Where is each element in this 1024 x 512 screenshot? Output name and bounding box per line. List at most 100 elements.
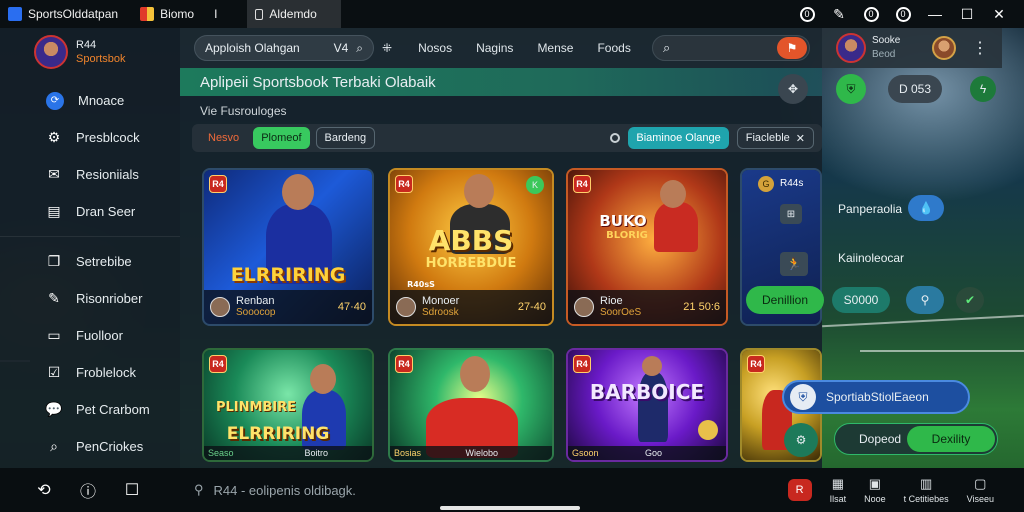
key-icon[interactable]: ⚲ xyxy=(906,286,944,314)
game-card[interactable]: R4 Bosias Wielobo xyxy=(388,348,554,462)
sidebar-item-presblcock[interactable]: ⚙ Presblcock xyxy=(0,119,180,156)
user-panel[interactable]: Sooke Beod ⋮ xyxy=(822,28,1002,68)
pitch-line xyxy=(860,350,1024,352)
bottom-tab[interactable]: ▢ Viseeu xyxy=(967,476,994,504)
sidebar-item-risonriober[interactable]: ✎ Risonriober xyxy=(0,280,180,317)
chip-filter-active[interactable]: Plomeof xyxy=(253,127,310,149)
more-vertical-icon[interactable]: ⋮ xyxy=(972,38,988,58)
card-price: 47·40 xyxy=(337,301,366,313)
nav-link[interactable]: Nagins xyxy=(476,41,513,55)
bolt-icon[interactable]: ϟ xyxy=(970,76,996,102)
floating-label: Panperaolia xyxy=(838,202,903,216)
player-head xyxy=(660,180,686,208)
toggle-right[interactable]: Dexility xyxy=(907,426,995,452)
browser-tab-active[interactable]: Aldemdo xyxy=(247,0,342,28)
sidebar-item-label: Setrebibe xyxy=(76,254,132,269)
shield-icon[interactable]: ⛨ xyxy=(836,74,866,104)
chip-sort[interactable]: Fiacleble ✕ xyxy=(736,127,814,149)
chip-filter[interactable]: Nesvo xyxy=(200,127,247,149)
sidebar-item-resioniials[interactable]: ✉ Resioniials xyxy=(0,156,180,193)
minimize-icon[interactable]: — xyxy=(924,3,946,25)
bottom-tab[interactable]: ▥ t Cetitiebes xyxy=(904,476,949,504)
search-icon: ⌕ xyxy=(356,40,363,55)
radio-icon[interactable] xyxy=(610,133,621,143)
value-pill-label: S0000 xyxy=(843,293,879,307)
sidebar-item-label: Resioniials xyxy=(76,167,139,182)
card-badge: R4 xyxy=(573,175,591,193)
browser-tab[interactable]: Biomo I xyxy=(126,0,225,28)
bottom-tab[interactable]: ▦ Ilsat xyxy=(830,476,847,504)
game-card[interactable]: R4 BARBOICE Gsoon Goo xyxy=(566,348,728,462)
player-head xyxy=(464,174,494,208)
chip-sort[interactable]: Biaminoe Olange xyxy=(628,127,729,149)
sidebar-item-setrebibe[interactable]: ❐ Setrebibe xyxy=(0,243,180,280)
move-icon[interactable]: ✥ xyxy=(778,74,808,104)
card-name: Renban xyxy=(236,295,275,307)
user-sub: Beod xyxy=(872,49,896,60)
tab-label: Biomo xyxy=(160,7,195,21)
sidebar-item-label: Fuolloor xyxy=(76,328,123,343)
sidebar-item-froblelock[interactable]: ☑ Froblelock xyxy=(0,354,180,391)
calendar-icon: ▤ xyxy=(47,203,61,219)
game-card[interactable]: R4 PLINMBIRE ELRRIRING Seaso Boitro xyxy=(202,348,374,462)
card-headline: ELRRIRING xyxy=(226,424,330,444)
app-selector[interactable]: Apploish Olahgan V4 ⌕ xyxy=(194,35,374,61)
card-headline: ELRRIRING xyxy=(230,264,346,286)
profile-avatar[interactable] xyxy=(932,36,956,60)
card-sub: SoorOeS xyxy=(600,307,642,318)
bottom-tab[interactable]: ▣ Nooe xyxy=(864,476,886,504)
drop-icon[interactable]: 💧 xyxy=(908,195,944,221)
brand-sub: Sportsbok xyxy=(76,53,126,65)
square-icon[interactable]: ☐ xyxy=(110,480,154,500)
player-head xyxy=(282,174,314,210)
brand[interactable]: R44 Sportsbok xyxy=(0,28,180,72)
box-icon[interactable]: ⊞ xyxy=(780,204,802,224)
nav-link[interactable]: Foods xyxy=(597,41,630,55)
notification-badge[interactable]: R xyxy=(787,479,812,501)
maximize-icon[interactable]: ☐ xyxy=(956,3,978,25)
settings-icon[interactable]: 0 xyxy=(892,3,914,25)
toggle-pill[interactable]: Dopeod Dexility xyxy=(834,423,998,455)
sidebar-item-dran-seer[interactable]: ▤ Dran Seer xyxy=(0,193,180,230)
bottom-tab-label: t Cetitiebes xyxy=(903,494,949,504)
card-sub: Sooocop xyxy=(236,307,276,318)
close-icon[interactable]: K xyxy=(526,176,544,194)
status-pill[interactable]: D 053 xyxy=(888,75,942,103)
search-button[interactable]: ⚑ xyxy=(777,37,807,59)
sidebar-item-fuolloor[interactable]: ▭ Fuolloor xyxy=(0,317,180,354)
search-input[interactable]: ⌕ ⚑ xyxy=(652,35,810,61)
chip-filter[interactable]: Bardeng xyxy=(315,127,376,149)
check-icon[interactable]: ✔ xyxy=(956,287,984,313)
account-icon[interactable]: 0 xyxy=(860,3,882,25)
bottom-search[interactable]: ⚲ R44 - eolipenis oldibagk. xyxy=(194,482,356,498)
back-icon[interactable]: ⟲ xyxy=(22,480,66,500)
extension-icon[interactable]: ✎ xyxy=(828,3,850,25)
card-subhead: BLORIG xyxy=(606,230,648,241)
more-icon[interactable]: ⁜ xyxy=(382,41,392,55)
nav-link[interactable]: Mense xyxy=(537,41,573,55)
sportsbook-popup[interactable]: ⛨ SportiabStiolEaeon xyxy=(782,380,970,414)
run-icon[interactable]: 🏃 xyxy=(780,252,808,276)
close-icon[interactable]: ✕ xyxy=(988,3,1010,25)
game-card[interactable]: R4 K ABBS HORBEBDUE R40sS Monoer Sdroosk … xyxy=(388,168,554,326)
info-icon[interactable]: ⓘ xyxy=(66,478,110,502)
main-panel: Vie Fusrouloges Nesvo Plomeof Bardeng Bi… xyxy=(180,96,822,468)
value-pill[interactable]: S0000 xyxy=(832,287,890,313)
sidebar-item-label: Presblcock xyxy=(76,130,140,145)
notification-icon[interactable]: 0 xyxy=(796,3,818,25)
avatar xyxy=(836,33,866,63)
nav-link[interactable]: Nosos xyxy=(418,41,452,55)
card-sub: Sdroosk xyxy=(422,307,459,318)
tab-label: SportsOlddatpan xyxy=(28,7,119,21)
sidebar-item-pencriokes[interactable]: ⌕ PenCriokes xyxy=(0,428,180,465)
game-card[interactable]: R4 BUKO BLORIG Rioe SoorOeS 21 50:6 xyxy=(566,168,728,326)
cta-button[interactable]: Denillion xyxy=(746,286,824,314)
sidebar-item-pet-crarbom[interactable]: 💬 Pet Crarbom xyxy=(0,391,180,428)
circle-arrow-icon: ⟳ xyxy=(46,91,64,110)
sidebar-item-mnoace[interactable]: ⟳ Mnoace xyxy=(0,82,180,119)
browser-tab[interactable]: SportsOlddatpan xyxy=(0,0,126,28)
settings-icon[interactable]: ⚙ xyxy=(784,423,818,457)
card-subhead: HORBEBDUE xyxy=(425,256,517,271)
pen-icon: ✎ xyxy=(48,290,60,306)
game-card[interactable]: R4 ELRRIRING Renban Sooocop 47·40 xyxy=(202,168,374,326)
